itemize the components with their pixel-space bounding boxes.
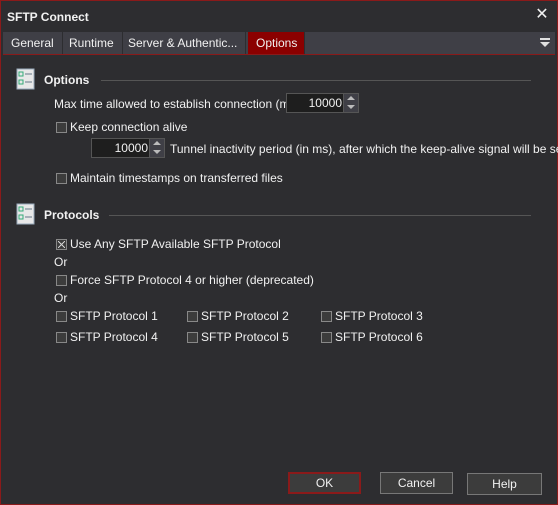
sftp-protocol-2-checkbox[interactable]: [187, 311, 198, 322]
sftp-protocol-5-label: SFTP Protocol 5: [201, 330, 289, 344]
section-divider: [109, 215, 531, 216]
sftp-protocol-6-label: SFTP Protocol 6: [335, 330, 423, 344]
tunnel-spin-buttons: [149, 139, 164, 157]
tab-runtime[interactable]: Runtime: [61, 32, 123, 54]
sftp-protocol-5-checkbox[interactable]: [187, 332, 198, 343]
sftp-protocol-1-label: SFTP Protocol 1: [70, 309, 158, 323]
spin-down-icon[interactable]: [344, 103, 358, 112]
max-time-stepper[interactable]: [286, 93, 359, 113]
help-button[interactable]: Help: [467, 473, 542, 495]
ok-button[interactable]: OK: [288, 472, 361, 494]
sftp-protocol-3-label: SFTP Protocol 3: [335, 309, 423, 323]
tunnel-label: Tunnel inactivity period (in ms), after …: [170, 142, 558, 156]
dialog-window: SFTP Connect ✕ General Runtime Server & …: [0, 0, 558, 505]
protocols-heading: Protocols: [44, 208, 100, 222]
sftp-protocol-6-checkbox[interactable]: [321, 332, 332, 343]
or-label: Or: [54, 291, 68, 305]
or-label: Or: [54, 255, 68, 269]
window-title: SFTP Connect: [7, 10, 89, 24]
spin-up-icon[interactable]: [150, 139, 164, 148]
checklist-icon: [16, 68, 35, 90]
force4-checkbox[interactable]: [56, 275, 67, 286]
close-icon[interactable]: ✕: [533, 6, 551, 24]
tunnel-input[interactable]: [92, 139, 151, 157]
tunnel-stepper[interactable]: [91, 138, 165, 158]
tab-options[interactable]: Options: [248, 32, 305, 54]
sftp-protocol-1-checkbox[interactable]: [56, 311, 67, 322]
tab-bar: General Runtime Server & Authentic... Op…: [3, 32, 555, 55]
options-panel: Options Max time allowed to establish co…: [3, 55, 558, 463]
max-time-input[interactable]: [287, 94, 345, 112]
timestamps-checkbox[interactable]: [56, 173, 67, 184]
max-time-spin-buttons: [343, 94, 358, 112]
button-bar: OK Cancel Help: [1, 464, 557, 504]
max-time-label: Max time allowed to establish connection…: [54, 97, 303, 111]
use-any-label: Use Any SFTP Available SFTP Protocol: [70, 237, 281, 251]
checklist-icon: [16, 203, 35, 225]
spin-down-icon[interactable]: [150, 148, 164, 157]
menu-icon[interactable]: [539, 36, 551, 50]
tab-general[interactable]: General: [3, 32, 63, 54]
keep-alive-checkbox[interactable]: [56, 122, 67, 133]
sftp-protocol-4-checkbox[interactable]: [56, 332, 67, 343]
cancel-button[interactable]: Cancel: [380, 472, 453, 494]
timestamps-label: Maintain timestamps on transferred files: [70, 171, 283, 185]
title-bar: SFTP Connect ✕: [1, 1, 557, 31]
spin-up-icon[interactable]: [344, 94, 358, 103]
options-heading: Options: [44, 73, 90, 87]
tab-server-authentication[interactable]: Server & Authentic...: [120, 32, 247, 54]
sftp-protocol-2-label: SFTP Protocol 2: [201, 309, 289, 323]
sftp-protocol-4-label: SFTP Protocol 4: [70, 330, 158, 344]
force4-label: Force SFTP Protocol 4 or higher (depreca…: [70, 273, 314, 287]
use-any-checkbox[interactable]: [56, 239, 67, 250]
sftp-protocol-3-checkbox[interactable]: [321, 311, 332, 322]
keep-alive-label: Keep connection alive: [70, 120, 188, 134]
section-divider: [101, 80, 531, 81]
